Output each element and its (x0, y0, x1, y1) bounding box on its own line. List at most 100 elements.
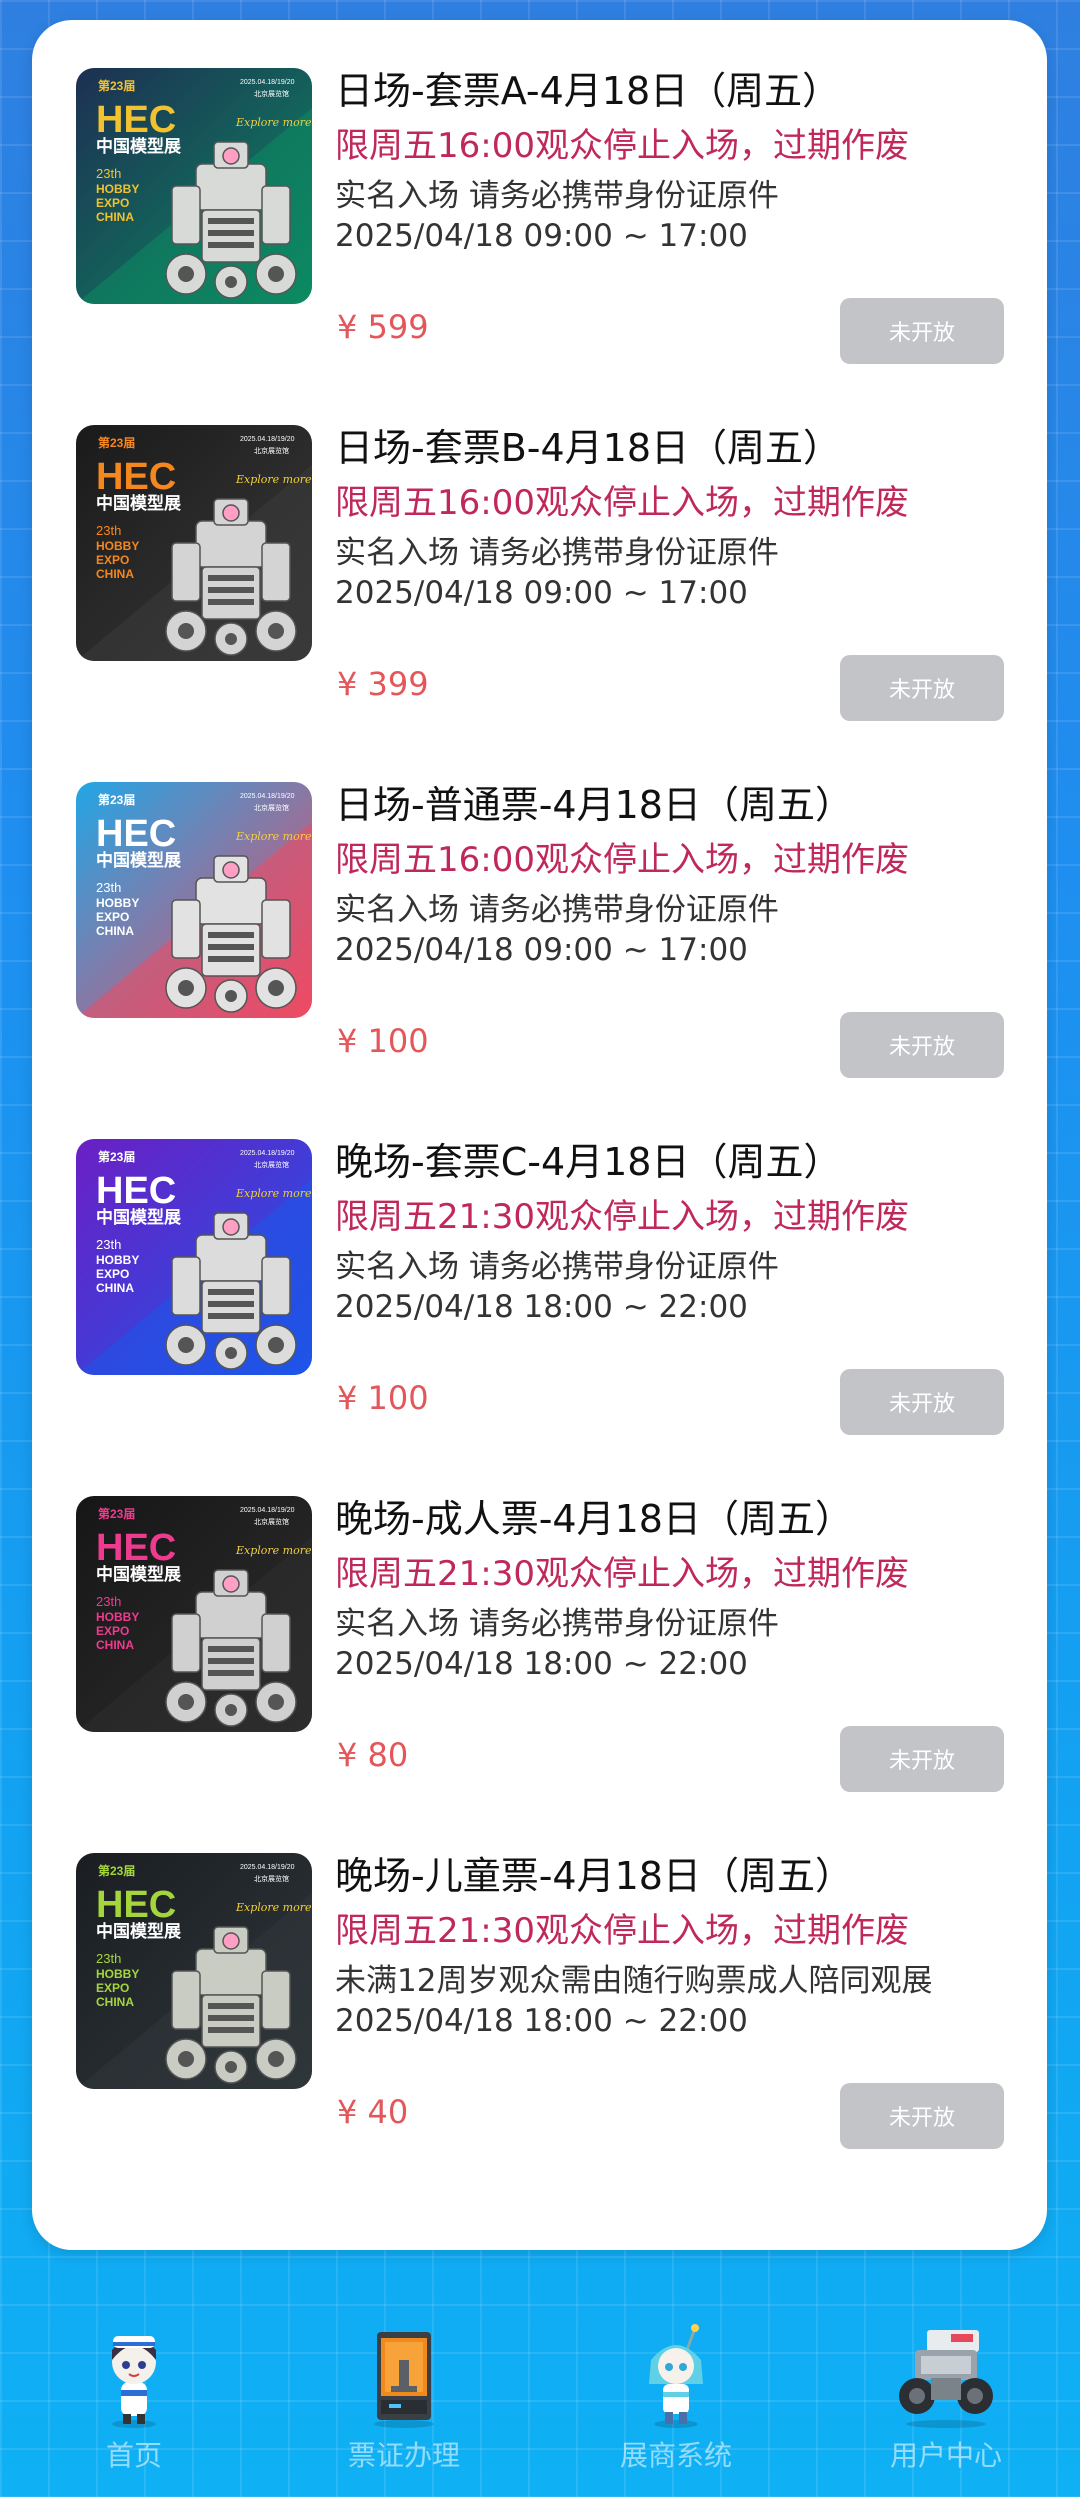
ticket-item[interactable]: 第23届 2025.04.18/19/20 北京展览馆 HEC 中国模型展 23… (32, 734, 1047, 1078)
svg-text:CHINA: CHINA (96, 924, 134, 938)
tab-user-center[interactable]: 用户中心 (846, 2300, 1046, 2480)
svg-text:HEC: HEC (96, 813, 176, 855)
svg-text:中国模型展: 中国模型展 (96, 136, 181, 157)
ticket-warning: 限周五21:30观众停止入场，过期作废 (335, 1911, 909, 1951)
svg-text:2025.04.18/19/20: 2025.04.18/19/20 (240, 436, 295, 443)
svg-text:北京展览馆: 北京展览馆 (254, 1517, 289, 1526)
not-open-button[interactable]: 未开放 (840, 1369, 1004, 1435)
tab-label: 用户中心 (889, 2439, 1002, 2472)
svg-text:北京展览馆: 北京展览馆 (254, 1160, 289, 1169)
ticket-warning: 限周五16:00观众停止入场，过期作废 (335, 483, 909, 523)
svg-text:2025.04.18/19/20: 2025.04.18/19/20 (240, 79, 295, 86)
svg-text:第23届: 第23届 (98, 1863, 135, 1878)
svg-text:CHINA: CHINA (96, 210, 134, 224)
ticket-time: 2025/04/18 09:00 ~ 17:00 (335, 575, 748, 611)
ticket-time: 2025/04/18 18:00 ~ 22:00 (335, 1289, 748, 1325)
svg-text:2025.04.18/19/20: 2025.04.18/19/20 (240, 1864, 295, 1871)
ticket-note: 实名入场 请务必携带身份证原件 (335, 535, 779, 571)
not-open-button[interactable]: 未开放 (840, 298, 1004, 364)
ticket-poster-image: 第23届 2025.04.18/19/20 北京展览馆 HEC 中国模型展 23… (76, 425, 312, 661)
ticket-item[interactable]: 第23届 2025.04.18/19/20 北京展览馆 HEC 中国模型展 23… (32, 1805, 1047, 2149)
ticket-time: 2025/04/18 09:00 ~ 17:00 (335, 932, 748, 968)
svg-text:EXPO: EXPO (96, 196, 129, 210)
ticket-time: 2025/04/18 09:00 ~ 17:00 (335, 218, 748, 254)
ticket-price: ¥ 40 (337, 2093, 409, 2131)
svg-text:EXPO: EXPO (96, 1267, 129, 1281)
ticket-poster-image: 第23届 2025.04.18/19/20 北京展览馆 HEC 中国模型展 23… (76, 68, 312, 304)
svg-text:第23届: 第23届 (98, 78, 135, 93)
ticket-title: 晚场-套票C-4月18日（周五） (335, 1140, 842, 1184)
svg-text:HEC: HEC (96, 1884, 176, 1926)
ticket-price: ¥ 100 (337, 1022, 429, 1060)
mascot-robot-icon (621, 2320, 731, 2430)
svg-text:Explore more: Explore more (235, 830, 312, 843)
ticket-price: ¥ 399 (337, 665, 429, 703)
svg-text:EXPO: EXPO (96, 1624, 129, 1638)
svg-text:CHINA: CHINA (96, 1638, 134, 1652)
svg-text:2025.04.18/19/20: 2025.04.18/19/20 (240, 1507, 295, 1514)
svg-text:第23届: 第23届 (98, 1149, 135, 1164)
svg-text:CHINA: CHINA (96, 1995, 134, 2009)
svg-text:HEC: HEC (96, 1527, 176, 1569)
ticket-title: 晚场-成人票-4月18日（周五） (335, 1497, 853, 1541)
ticket-note: 实名入场 请务必携带身份证原件 (335, 1249, 779, 1285)
svg-text:HOBBY: HOBBY (96, 1967, 139, 1981)
ticket-poster-image: 第23届 2025.04.18/19/20 北京展览馆 HEC 中国模型展 23… (76, 1139, 312, 1375)
svg-text:HOBBY: HOBBY (96, 539, 139, 553)
svg-text:23th: 23th (96, 166, 121, 181)
ticket-item[interactable]: 第23届 2025.04.18/19/20 北京展览馆 HEC 中国模型展 23… (32, 1091, 1047, 1435)
tab-label: 首页 (105, 2439, 162, 2472)
svg-text:CHINA: CHINA (96, 1281, 134, 1295)
ticket-note: 实名入场 请务必携带身份证原件 (335, 178, 779, 214)
not-open-button[interactable]: 未开放 (840, 655, 1004, 721)
svg-text:中国模型展: 中国模型展 (96, 493, 181, 514)
svg-text:HOBBY: HOBBY (96, 1610, 139, 1624)
svg-text:2025.04.18/19/20: 2025.04.18/19/20 (240, 793, 295, 800)
svg-text:23th: 23th (96, 1951, 121, 1966)
tab-label: 票证办理 (347, 2439, 460, 2472)
ticket-item[interactable]: 第23届 2025.04.18/19/20 北京展览馆 HEC 中国模型展 23… (32, 1448, 1047, 1792)
not-open-button[interactable]: 未开放 (840, 2083, 1004, 2149)
tab-exhibitor[interactable]: 展商系统 (576, 2300, 776, 2480)
svg-text:CHINA: CHINA (96, 567, 134, 581)
svg-text:北京展览馆: 北京展览馆 (254, 803, 289, 812)
ticket-price: ¥ 599 (337, 308, 429, 346)
svg-text:第23届: 第23届 (98, 435, 135, 450)
ticket-warning: 限周五16:00观众停止入场，过期作废 (335, 840, 909, 880)
printer-icon (349, 2320, 459, 2430)
ticket-title: 日场-普通票-4月18日（周五） (335, 783, 853, 827)
tab-tickets[interactable]: 票证办理 (304, 2300, 504, 2480)
svg-text:EXPO: EXPO (96, 553, 129, 567)
ticket-note: 未满12周岁观众需由随行购票成人陪同观展 (335, 1963, 933, 1999)
svg-text:中国模型展: 中国模型展 (96, 1564, 181, 1585)
bottom-tab-bar: 首页 票证办理 展商系统 用户中心 (0, 2300, 1080, 2497)
svg-text:中国模型展: 中国模型展 (96, 1207, 181, 1228)
svg-text:北京展览馆: 北京展览馆 (254, 446, 289, 455)
ticket-time: 2025/04/18 18:00 ~ 22:00 (335, 1646, 748, 1682)
ticket-list-card: 第23届 2025.04.18/19/20 北京展览馆 HEC 中国模型展 23… (32, 20, 1047, 2250)
mech-vehicle-icon (891, 2320, 1001, 2430)
svg-text:23th: 23th (96, 523, 121, 538)
not-open-button[interactable]: 未开放 (840, 1726, 1004, 1792)
svg-text:HOBBY: HOBBY (96, 182, 139, 196)
tab-label: 展商系统 (619, 2439, 732, 2472)
tab-home[interactable]: 首页 (34, 2300, 234, 2480)
ticket-title: 晚场-儿童票-4月18日（周五） (335, 1854, 853, 1898)
svg-text:北京展览馆: 北京展览馆 (254, 1874, 289, 1883)
ticket-item[interactable]: 第23届 2025.04.18/19/20 北京展览馆 HEC 中国模型展 23… (32, 20, 1047, 364)
svg-text:Explore more: Explore more (235, 473, 312, 486)
ticket-price: ¥ 80 (337, 1736, 409, 1774)
svg-text:EXPO: EXPO (96, 910, 129, 924)
not-open-button[interactable]: 未开放 (840, 1012, 1004, 1078)
svg-text:EXPO: EXPO (96, 1981, 129, 1995)
svg-text:HOBBY: HOBBY (96, 896, 139, 910)
ticket-warning: 限周五21:30观众停止入场，过期作废 (335, 1197, 909, 1237)
svg-text:中国模型展: 中国模型展 (96, 1921, 181, 1942)
ticket-item[interactable]: 第23届 2025.04.18/19/20 北京展览馆 HEC 中国模型展 23… (32, 377, 1047, 721)
ticket-warning: 限周五21:30观众停止入场，过期作废 (335, 1554, 909, 1594)
svg-text:Explore more: Explore more (235, 1187, 312, 1200)
mascot-girl-icon (79, 2320, 189, 2430)
ticket-poster-image: 第23届 2025.04.18/19/20 北京展览馆 HEC 中国模型展 23… (76, 1853, 312, 2089)
ticket-note: 实名入场 请务必携带身份证原件 (335, 1606, 779, 1642)
svg-text:Explore more: Explore more (235, 1901, 312, 1914)
